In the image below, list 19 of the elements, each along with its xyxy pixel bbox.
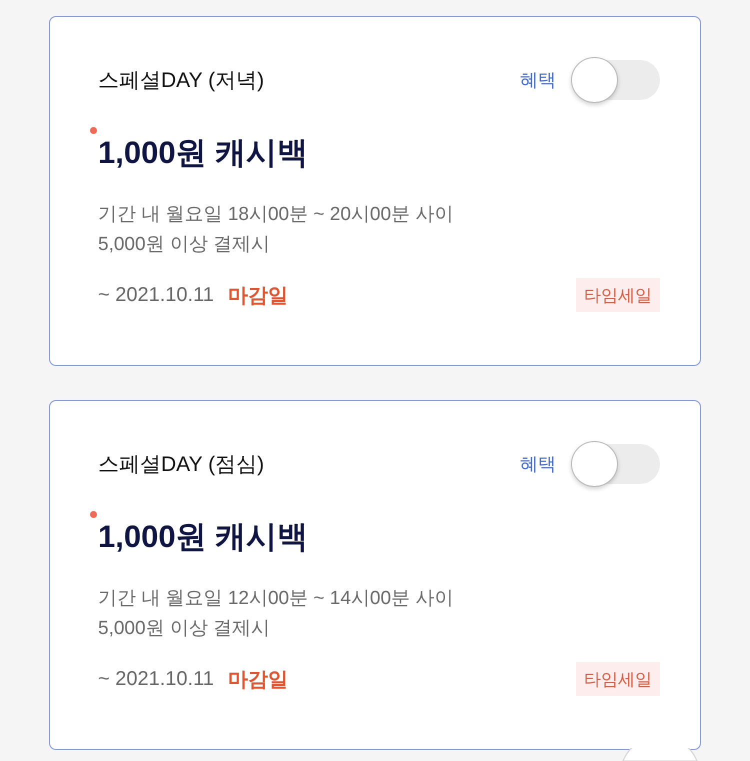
card-title: 스페셜DAY (점심) (98, 452, 266, 478)
benefit-label: 혜택 (520, 69, 556, 92)
due-date: ~ 2021.10.11 (98, 284, 214, 306)
cashback-amount: 1,000원 캐시백 (98, 134, 308, 172)
benefit-label: 혜택 (520, 453, 556, 476)
cashback-amount: 1,000원 캐시백 (98, 518, 308, 556)
sale-tag: 타임세일 (576, 662, 660, 696)
due-label: 마감일 (228, 284, 288, 308)
benefit-toggle[interactable] (571, 441, 660, 487)
card-title: 스페셜DAY (저녁) (98, 68, 266, 94)
condition-text: 5,000원 이상 결제시 (98, 233, 270, 257)
sale-tag: 타임세일 (576, 278, 660, 312)
condition-text: 5,000원 이상 결제시 (98, 617, 270, 641)
round-button-edge[interactable] (622, 748, 698, 761)
due-label: 마감일 (228, 668, 288, 692)
condition-text: 기간 내 월요일 12시00분 ~ 14시00분 사이 (98, 587, 454, 611)
benefit-toggle[interactable] (571, 57, 660, 103)
condition-text: 기간 내 월요일 18시00분 ~ 20시00분 사이 (98, 203, 454, 227)
due-date: ~ 2021.10.11 (98, 668, 214, 690)
